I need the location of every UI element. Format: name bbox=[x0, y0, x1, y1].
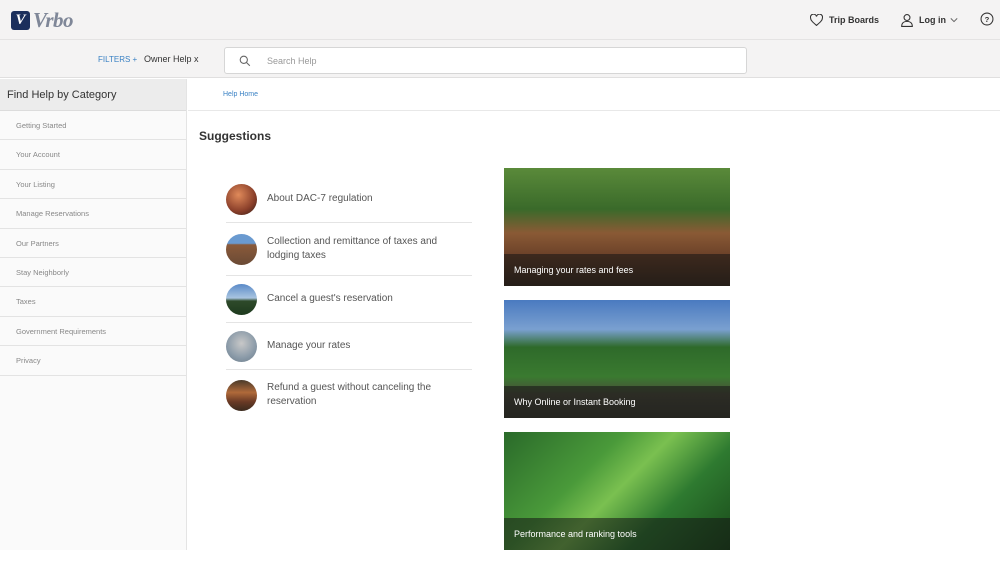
filters-button[interactable]: FILTERS + bbox=[98, 55, 137, 64]
suggestion-label: Cancel a guest's reservation bbox=[267, 293, 393, 304]
sidebar-item-taxes[interactable]: Taxes bbox=[0, 287, 186, 317]
heart-icon bbox=[809, 14, 823, 26]
search-input[interactable] bbox=[267, 52, 727, 70]
log-in-label: Log in bbox=[919, 15, 946, 25]
featured-card[interactable]: Why Online or Instant Booking bbox=[504, 300, 730, 418]
user-icon bbox=[901, 13, 913, 27]
main-content: Help Home Suggestions About DAC-7 regula… bbox=[188, 79, 1000, 550]
featured-card[interactable]: Performance and ranking tools bbox=[504, 432, 730, 550]
suggestion-thumbnail bbox=[226, 283, 257, 315]
suggestion-thumbnail bbox=[226, 379, 257, 411]
featured-cards: Managing your rates and fees Why Online … bbox=[504, 168, 730, 564]
suggestion-item[interactable]: Refund a guest without canceling the res… bbox=[226, 370, 472, 420]
sidebar-item-privacy[interactable]: Privacy bbox=[0, 346, 186, 376]
search-box bbox=[224, 47, 747, 74]
card-caption: Why Online or Instant Booking bbox=[504, 386, 730, 418]
suggestion-label: Manage your rates bbox=[267, 340, 351, 351]
breadcrumb-bar: Help Home bbox=[188, 79, 1000, 111]
breadcrumb-help-home[interactable]: Help Home bbox=[223, 91, 258, 98]
log-in-menu[interactable]: Log in bbox=[901, 13, 958, 27]
sidebar-item-stay-neighborly[interactable]: Stay Neighborly bbox=[0, 258, 186, 288]
suggestion-thumbnail bbox=[226, 330, 257, 362]
suggestion-item[interactable]: Cancel a guest's reservation bbox=[226, 276, 472, 323]
suggestion-thumbnail bbox=[226, 233, 257, 265]
suggestion-thumbnail bbox=[226, 183, 257, 215]
sidebar-item-your-listing[interactable]: Your Listing bbox=[0, 170, 186, 200]
suggestion-label: Refund a guest without canceling the res… bbox=[267, 382, 431, 407]
sidebar-item-our-partners[interactable]: Our Partners bbox=[0, 229, 186, 258]
trip-boards-link[interactable]: Trip Boards bbox=[809, 14, 879, 26]
suggestion-item[interactable]: Collection and remittance of taxes and l… bbox=[226, 223, 472, 276]
sidebar-item-government-requirements[interactable]: Government Requirements bbox=[0, 317, 186, 347]
chevron-down-icon bbox=[950, 18, 958, 23]
sidebar-item-getting-started[interactable]: Getting Started bbox=[0, 111, 186, 141]
header-nav: Trip Boards Log in ? bbox=[809, 0, 1000, 40]
help-button[interactable]: ? bbox=[980, 12, 994, 28]
vrbo-logo[interactable]: V Vrbo bbox=[11, 8, 74, 33]
suggestions-heading: Suggestions bbox=[199, 129, 272, 143]
filter-bar: FILTERS + Owner Help x bbox=[0, 40, 1000, 78]
owner-help-filter-chip[interactable]: Owner Help x bbox=[144, 54, 199, 64]
suggestion-item[interactable]: About DAC-7 regulation bbox=[226, 176, 472, 223]
suggestion-item[interactable]: Manage your rates bbox=[226, 323, 472, 370]
search-icon bbox=[239, 55, 251, 67]
suggestion-label: About DAC-7 regulation bbox=[267, 193, 373, 204]
logo-text: Vrbo bbox=[33, 8, 74, 32]
category-sidebar: Find Help by Category Getting Started Yo… bbox=[0, 79, 187, 550]
svg-text:?: ? bbox=[985, 15, 990, 24]
top-navigation-bar: V Vrbo Trip Boards Log in ? bbox=[0, 0, 1000, 40]
card-caption: Performance and ranking tools bbox=[504, 518, 730, 550]
suggestions-list: About DAC-7 regulation Collection and re… bbox=[226, 176, 472, 420]
card-caption: Managing your rates and fees bbox=[504, 254, 730, 286]
sidebar-item-manage-reservations[interactable]: Manage Reservations bbox=[0, 199, 186, 229]
suggestion-label: Collection and remittance of taxes and l… bbox=[267, 236, 438, 261]
help-circle-icon: ? bbox=[980, 12, 994, 26]
featured-card[interactable]: Managing your rates and fees bbox=[504, 168, 730, 286]
logo-mark-icon: V bbox=[11, 11, 30, 30]
sidebar-item-your-account[interactable]: Your Account bbox=[0, 140, 186, 170]
trip-boards-label: Trip Boards bbox=[828, 15, 879, 25]
sidebar-title: Find Help by Category bbox=[0, 79, 186, 111]
